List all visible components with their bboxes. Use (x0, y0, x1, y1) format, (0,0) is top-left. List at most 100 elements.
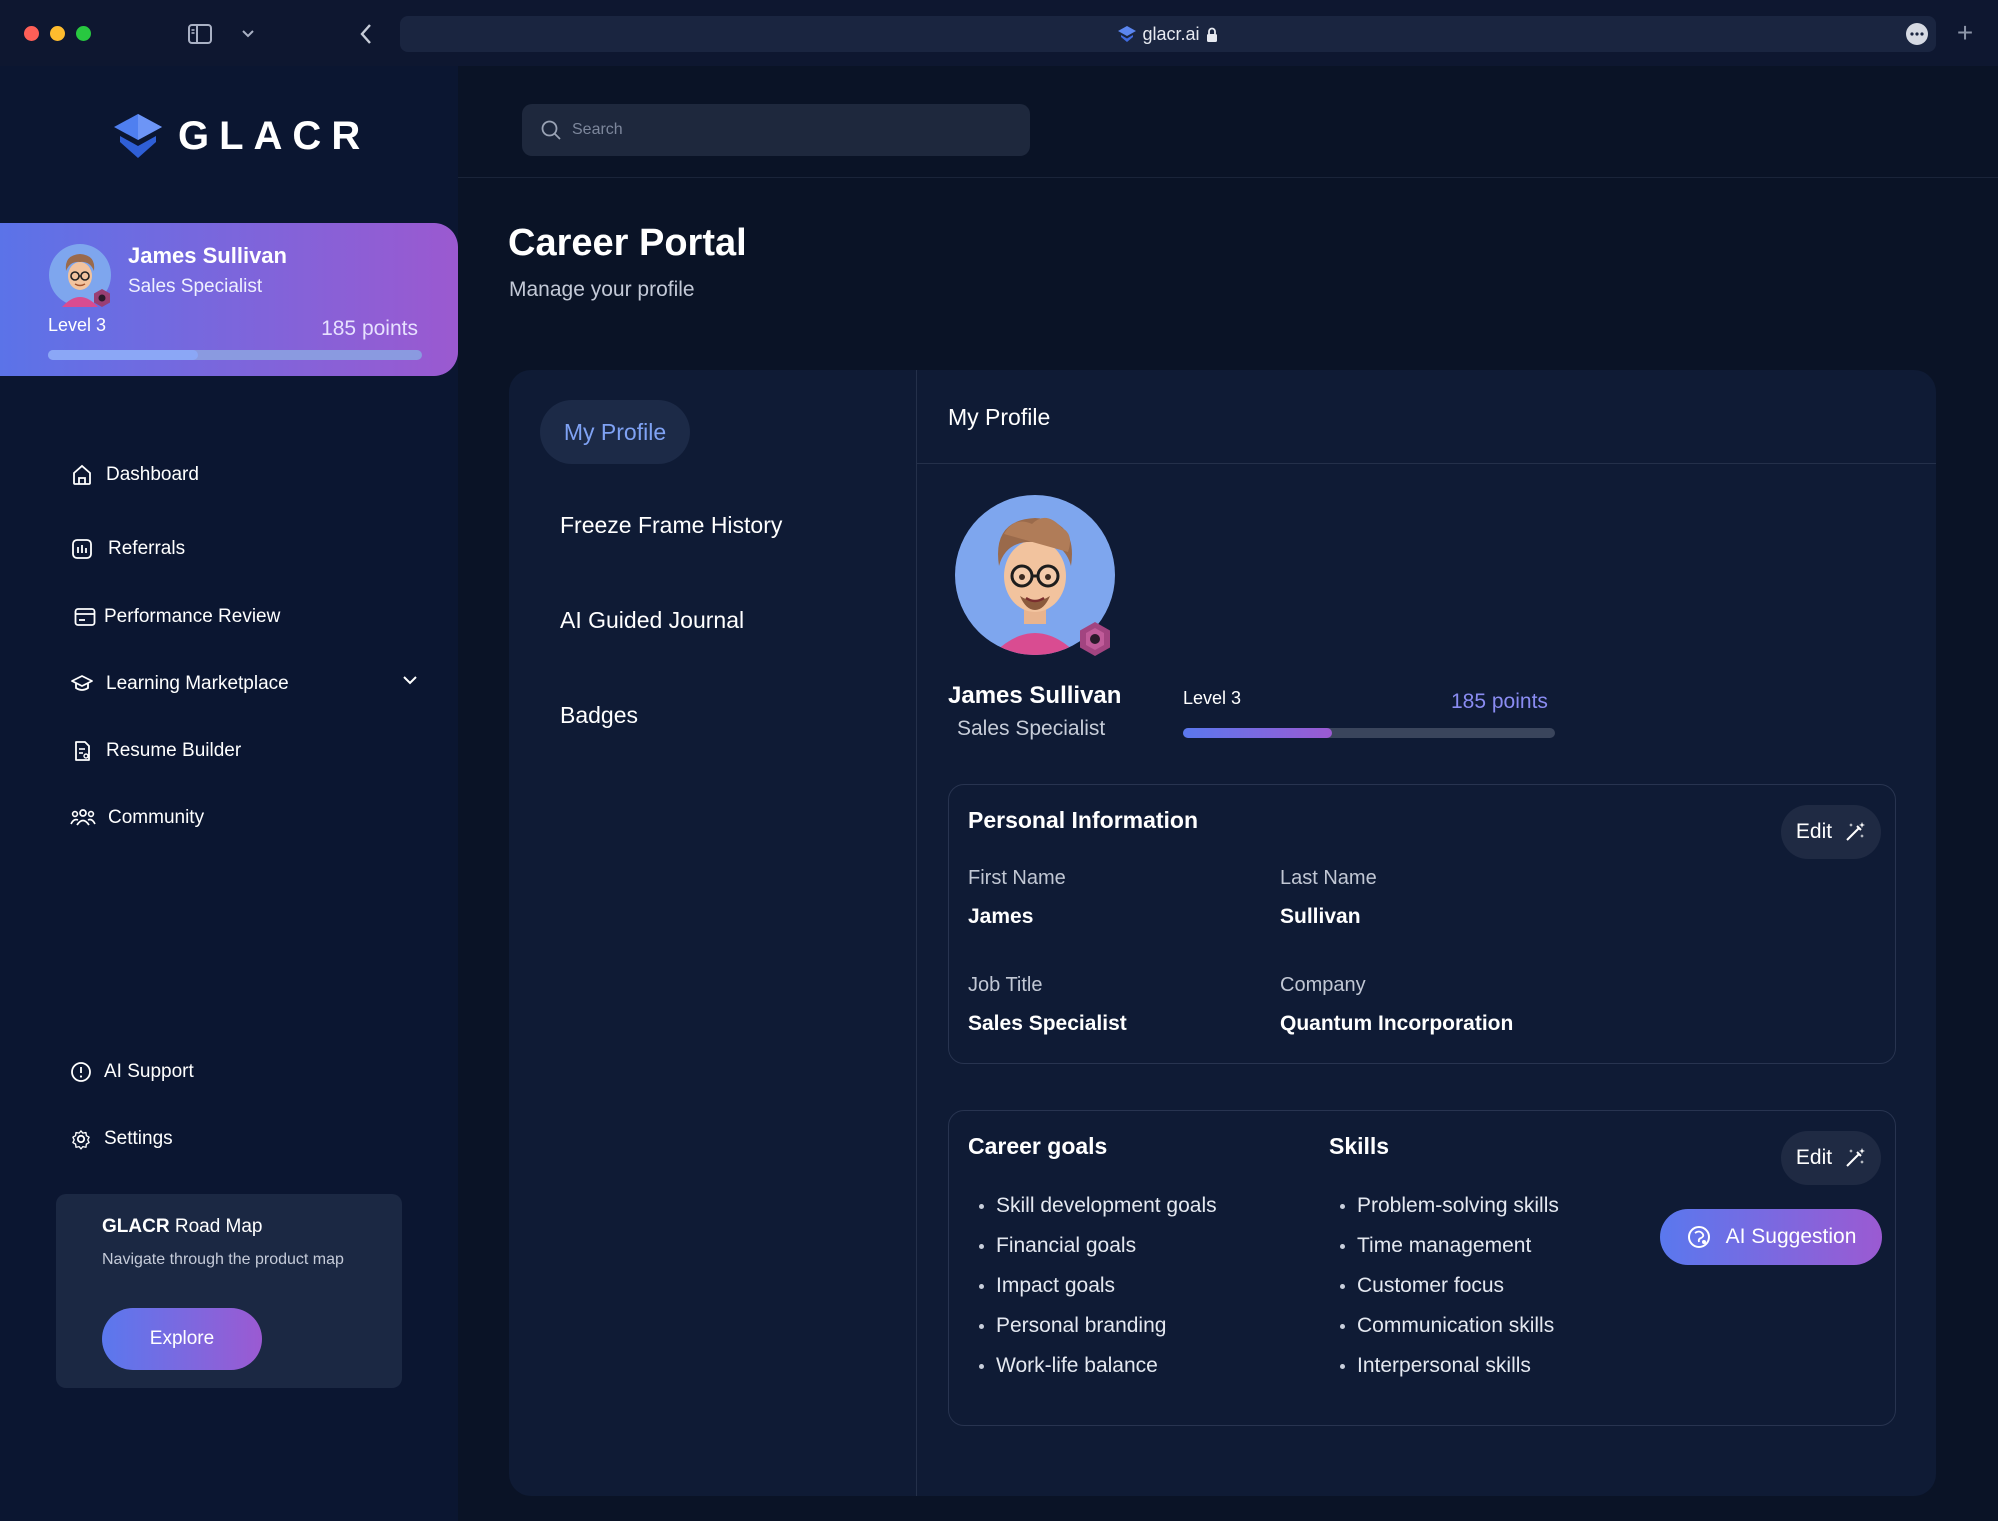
top-bar (458, 66, 1998, 178)
list-item: Personal branding (979, 1306, 1217, 1346)
site-logo-icon (1118, 26, 1137, 42)
skills-list: Problem-solving skills Time management C… (1340, 1186, 1559, 1386)
nav-label: Settings (104, 1128, 173, 1149)
people-icon (70, 809, 96, 826)
explore-button[interactable]: Explore (102, 1308, 262, 1370)
tab-badges[interactable]: Badges (560, 702, 638, 729)
main-content: Career Portal Manage your profile My Pro… (458, 66, 1998, 1521)
chevron-down-icon[interactable] (402, 672, 422, 692)
brand-logo[interactable]: GLACR (112, 112, 370, 160)
profile-level: Level 3 (1183, 688, 1242, 708)
close-window-button[interactable] (24, 26, 39, 41)
nav-label: Dashboard (106, 464, 199, 485)
lock-icon (1206, 27, 1217, 42)
nav-item-performance-review[interactable]: Performance Review (74, 597, 280, 637)
browser-chrome: glacr.ai + (0, 0, 1998, 66)
gear-icon (72, 1130, 90, 1150)
nav-item-community[interactable]: Community (70, 798, 204, 838)
home-icon (73, 464, 91, 485)
profile-role: Sales Specialist (957, 717, 1106, 740)
tab-ai-guided-journal[interactable]: AI Guided Journal (560, 607, 744, 634)
user-name: James Sullivan (128, 243, 287, 268)
list-item: Financial goals (979, 1226, 1217, 1266)
list-item: Interpersonal skills (1340, 1346, 1559, 1386)
nav-item-referrals[interactable]: Referrals (70, 529, 185, 569)
roadmap-description: Navigate through the product map (102, 1251, 344, 1268)
page-title: Career Portal (508, 222, 747, 264)
nav-label: Performance Review (104, 606, 281, 627)
back-arrow-icon[interactable] (352, 20, 380, 48)
list-item: Communication skills (1340, 1306, 1559, 1346)
nav-item-learning-marketplace[interactable]: Learning Marketplace (70, 664, 289, 704)
list-item: Work-life balance (979, 1346, 1217, 1386)
list-item: Impact goals (979, 1266, 1217, 1306)
user-profile-card[interactable]: James Sullivan Sales Specialist Level 3 … (0, 223, 458, 376)
personal-information-card: Personal Information Edit First Name Jam… (948, 784, 1896, 1064)
career-goals-skills-card: Career goals Skills Edit Skill developme… (948, 1110, 1896, 1426)
referrals-icon (72, 539, 92, 559)
user-role: Sales Specialist (128, 276, 263, 297)
first-name-value: James (968, 905, 1034, 928)
user-level: Level 3 (48, 315, 107, 335)
list-item: Time management (1340, 1226, 1559, 1266)
profile-progress-fill (1183, 728, 1332, 738)
more-options-icon[interactable] (1906, 23, 1928, 45)
address-bar[interactable]: glacr.ai (400, 16, 1936, 52)
nav-label: Learning Marketplace (106, 673, 289, 694)
search-input[interactable] (572, 121, 1012, 139)
nav-label: Community (108, 807, 205, 828)
nav-item-resume-builder[interactable]: Resume Builder (70, 731, 241, 771)
career-goals-title: Career goals (968, 1133, 1108, 1159)
nav-item-dashboard[interactable]: Dashboard (70, 455, 199, 495)
nav-label: AI Support (104, 1061, 194, 1082)
level-badge-icon (1080, 622, 1110, 656)
edit-personal-info-button[interactable]: Edit (1781, 805, 1881, 859)
level-progress-bar (48, 350, 422, 360)
job-title-label: Job Title (968, 974, 1043, 996)
graduation-icon (71, 675, 93, 691)
job-title-value: Sales Specialist (968, 1012, 1127, 1035)
list-item: Customer focus (1340, 1266, 1559, 1306)
search-icon (541, 120, 561, 140)
company-label: Company (1280, 974, 1366, 996)
minimize-window-button[interactable] (50, 26, 65, 41)
profile-name: James Sullivan (948, 682, 1122, 709)
roadmap-title-rest: Road Map (169, 1216, 263, 1237)
info-icon (71, 1062, 91, 1082)
list-item: Skill development goals (979, 1186, 1217, 1226)
level-progress-fill (48, 350, 198, 360)
skills-title: Skills (1329, 1133, 1390, 1159)
first-name-label: First Name (968, 867, 1066, 889)
sidebar-toggle-icon[interactable] (186, 20, 214, 48)
roadmap-title-brand: GLACR (102, 1216, 170, 1237)
profile-progress-bar (1183, 728, 1555, 738)
magic-wand-icon (1846, 1148, 1866, 1167)
last-name-value: Sullivan (1280, 905, 1361, 928)
ai-suggestion-button[interactable]: AI Suggestion (1660, 1209, 1882, 1265)
edit-skills-button[interactable]: Edit (1781, 1131, 1881, 1185)
tab-my-profile[interactable]: My Profile (540, 400, 690, 464)
level-badge-icon (94, 289, 110, 307)
roadmap-title: GLACR Road Map (102, 1216, 263, 1238)
chevron-down-icon[interactable] (234, 20, 262, 48)
nav-item-settings[interactable]: Settings (70, 1119, 173, 1159)
search-box[interactable] (522, 104, 1030, 156)
card-icon (74, 608, 96, 626)
nav-label: Referrals (108, 538, 186, 559)
tab-freeze-frame-history[interactable]: Freeze Frame History (560, 512, 782, 539)
nav-item-ai-support[interactable]: AI Support (70, 1052, 194, 1092)
career-goals-list: Skill development goals Financial goals … (979, 1186, 1217, 1386)
maximize-window-button[interactable] (76, 26, 91, 41)
edit-label: Edit (1795, 1146, 1833, 1169)
glacr-logo-icon (114, 114, 162, 158)
company-value: Quantum Incorporation (1280, 1012, 1514, 1035)
page-subtitle: Manage your profile (509, 278, 695, 301)
avatar (48, 243, 112, 307)
edit-label: Edit (1795, 820, 1833, 843)
profile-tabs: My Profile Freeze Frame History AI Guide… (509, 370, 917, 1496)
new-tab-plus-icon[interactable]: + (1950, 18, 1980, 48)
profile-points: 185 points (1451, 690, 1548, 713)
url-text: glacr.ai (1142, 23, 1200, 44)
profile-avatar[interactable] (954, 494, 1116, 656)
profile-content: My Profile James Sullivan Sales Speciali… (917, 370, 1936, 1496)
